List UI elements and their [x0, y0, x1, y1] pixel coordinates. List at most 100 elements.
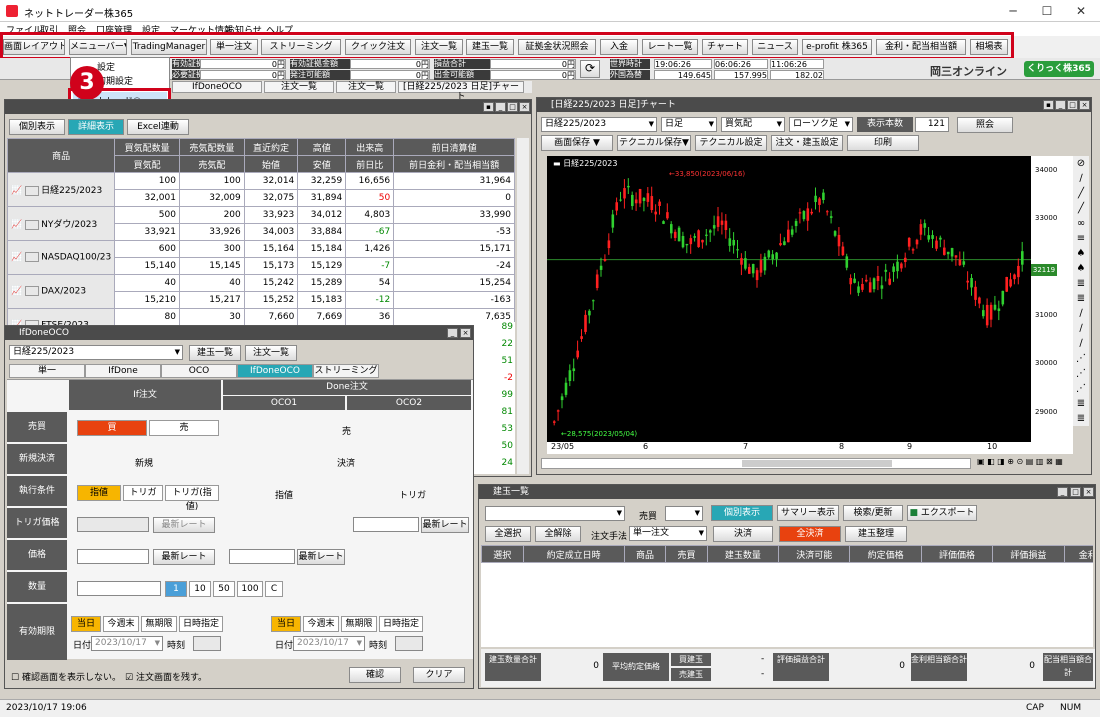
wtab-chart[interactable]: [日経225/2023 日足]チャート [398, 81, 524, 102]
expiry-indefinite-button[interactable]: 無期限 [141, 616, 177, 632]
window-pin-icon[interactable]: ▪ [483, 102, 494, 112]
chart-mini-icon[interactable]: 📈 [11, 220, 22, 230]
settle-button[interactable]: 決済 [713, 526, 773, 542]
wtab-order-list-2[interactable]: 注文一覧 [336, 81, 396, 93]
window-close-icon[interactable]: × [1083, 487, 1094, 497]
expiry-today-button[interactable]: 当日 [71, 616, 101, 632]
maximize-icon[interactable]: ☐ [1030, 2, 1064, 20]
chart-scrollbar[interactable] [541, 458, 971, 469]
buy-button[interactable]: 買 [77, 420, 147, 436]
refresh-icon[interactable]: ⟳ [580, 60, 600, 78]
date-select[interactable]: 2023/10/17 [91, 636, 163, 651]
expiry-datetime-button[interactable]: 日時指定 [179, 616, 223, 632]
rate-row[interactable]: 📈 DAX/2023 40 40 15,242 15,289 54 15,254 [7, 274, 515, 309]
trigger-price-input[interactable] [77, 517, 149, 532]
window-max-icon[interactable]: □ [507, 102, 518, 112]
price-latest-button[interactable]: 最新レート [153, 549, 215, 565]
chart-side-select[interactable]: 買気配 [721, 117, 785, 132]
oco1-latest-button[interactable]: 最新レート [297, 549, 345, 565]
qty-10-button[interactable]: 10 [189, 581, 211, 597]
drawing-tools[interactable]: ⊘ ∕ ╱ ╱ ∞ ≡ ♠ ♠ ≣ ≣ ∕ ∕ ∕ ⋰ ⋰ ⋰ ≣ ≣ [1073, 156, 1089, 426]
window-max-icon[interactable]: □ [1070, 487, 1081, 497]
order-list-btn[interactable]: 注文一覧 [245, 345, 297, 361]
export-button[interactable]: ■ エクスポート [907, 505, 977, 521]
select-all-button[interactable]: 全選択 [485, 526, 531, 542]
tab-ifdoneoco[interactable]: IfDoneOCO [237, 364, 313, 378]
sell-button[interactable]: 売 [149, 420, 219, 436]
oco2-trigger-input[interactable] [353, 517, 419, 532]
save-technical-button[interactable]: テクニカル保存▼ [617, 135, 691, 151]
done-expiry-today[interactable]: 当日 [271, 616, 301, 632]
rate-row[interactable]: 📈 FTSE/202380307,6607,669367,635 [7, 308, 515, 343]
qty-input[interactable] [77, 581, 161, 596]
summary-view-button[interactable]: サマリー表示 [777, 505, 839, 521]
chart-scroll-thumb[interactable] [742, 460, 892, 467]
window-close-icon[interactable]: × [519, 102, 530, 112]
product-cell[interactable]: 📈 NASDAQ100/23 [7, 240, 116, 275]
window-min-icon[interactable]: _ [447, 328, 458, 338]
confirm-skip-checkbox[interactable]: ☐ 確認画面を表示しない。 [11, 670, 121, 683]
window-max-icon[interactable]: □ [1067, 100, 1078, 110]
pos-individual-button[interactable]: 個別表示 [711, 505, 773, 521]
deselect-all-button[interactable]: 全解除 [535, 526, 581, 542]
chart-mini-icon[interactable]: 📈 [11, 186, 22, 196]
side-select[interactable] [665, 506, 703, 521]
expiry-week-button[interactable]: 今週末 [103, 616, 139, 632]
chart-product-select[interactable]: 日経225/2023 [541, 117, 657, 132]
done-date-select[interactable]: 2023/10/17 [293, 636, 365, 651]
chart-mini-icon[interactable]: 📈 [11, 253, 22, 263]
rate-row[interactable]: 📈 NYダウ/2023 500 200 33,923 34,012 4,803 33,990 [7, 206, 515, 241]
clear-button[interactable]: クリア [413, 667, 465, 683]
time-input[interactable] [193, 636, 221, 651]
tab-oco[interactable]: OCO [161, 364, 237, 378]
wtab-order-list[interactable]: 注文一覧 [264, 81, 334, 93]
window-close-icon[interactable]: × [1079, 100, 1090, 110]
excel-link-button[interactable]: Excel連動 [127, 119, 189, 135]
done-time-input[interactable] [395, 636, 423, 651]
rate-row[interactable]: 📈 日経225/2023 100 100 32,014 32,259 16,656 31,9… [7, 172, 515, 207]
rate-scrollbar[interactable] [517, 138, 529, 474]
candlestick-chart[interactable]: ▬ 日経225/2023 ←33,850(2023/06/16) ←28,575… [547, 156, 1031, 454]
done-expiry-indefinite[interactable]: 無期限 [341, 616, 377, 632]
count-input[interactable]: 121 [915, 117, 949, 132]
position-list-btn[interactable]: 建玉一覧 [189, 345, 241, 361]
settle-all-button[interactable]: 全決済 [779, 526, 841, 542]
chart-type-select[interactable]: ローソク足 [789, 117, 853, 132]
window-min-icon[interactable]: _ [1055, 100, 1066, 110]
chart-mini-icon[interactable]: 📈 [11, 287, 22, 297]
minimize-icon[interactable]: ─ [996, 2, 1030, 20]
tidy-button[interactable]: 建玉整理 [845, 526, 907, 542]
technical-settings-button[interactable]: テクニカル設定 [695, 135, 767, 151]
tab-single[interactable]: 単一 [9, 364, 85, 378]
chart-period-select[interactable]: 日足 [661, 117, 717, 132]
tab-ifdone[interactable]: IfDone [85, 364, 161, 378]
exec-trigger-limit-button[interactable]: トリガ(指値) [165, 485, 219, 512]
exec-limit-button[interactable]: 指値 [77, 485, 121, 501]
confirm-button[interactable]: 確認 [349, 667, 401, 683]
rate-row[interactable]: 📈 NASDAQ100/23 600 300 15,164 15,184 1,426 15,… [7, 240, 515, 275]
product-cell[interactable]: 📈 NYダウ/2023 [7, 206, 116, 241]
method-select[interactable]: 単一注文 [629, 526, 707, 541]
window-min-icon[interactable]: _ [495, 102, 506, 112]
qty-50-button[interactable]: 50 [213, 581, 235, 597]
oco1-price-input[interactable] [229, 549, 295, 564]
detail-view-button[interactable]: 詳細表示 [68, 119, 124, 135]
position-product-select[interactable] [485, 506, 625, 521]
exec-trigger-button[interactable]: トリガ [123, 485, 163, 501]
window-min-icon[interactable]: _ [1057, 487, 1068, 497]
oco2-latest-button[interactable]: 最新レート [421, 517, 469, 533]
query-button[interactable]: 照会 [957, 117, 1013, 133]
price-input[interactable] [77, 549, 149, 564]
keep-screen-checkbox[interactable]: ☑ 注文画面を残す。 [125, 670, 207, 683]
window-pin-icon[interactable]: ▪ [1043, 100, 1054, 110]
search-update-button[interactable]: 検索/更新 [843, 505, 903, 521]
wtab-ifdoneoco[interactable]: IfDoneOCO [172, 81, 262, 93]
qty-clear-button[interactable]: C [265, 581, 283, 597]
product-cell[interactable]: 📈 日経225/2023 [7, 172, 116, 207]
done-expiry-week[interactable]: 今週末 [303, 616, 339, 632]
product-select[interactable]: 日経225/2023 [9, 345, 183, 360]
trigger-latest-button[interactable]: 最新レート [153, 517, 215, 533]
product-cell[interactable]: 📈 DAX/2023 [7, 274, 116, 309]
order-settings-button[interactable]: 注文・建玉設定 [771, 135, 843, 151]
individual-view-button[interactable]: 個別表示 [9, 119, 65, 135]
